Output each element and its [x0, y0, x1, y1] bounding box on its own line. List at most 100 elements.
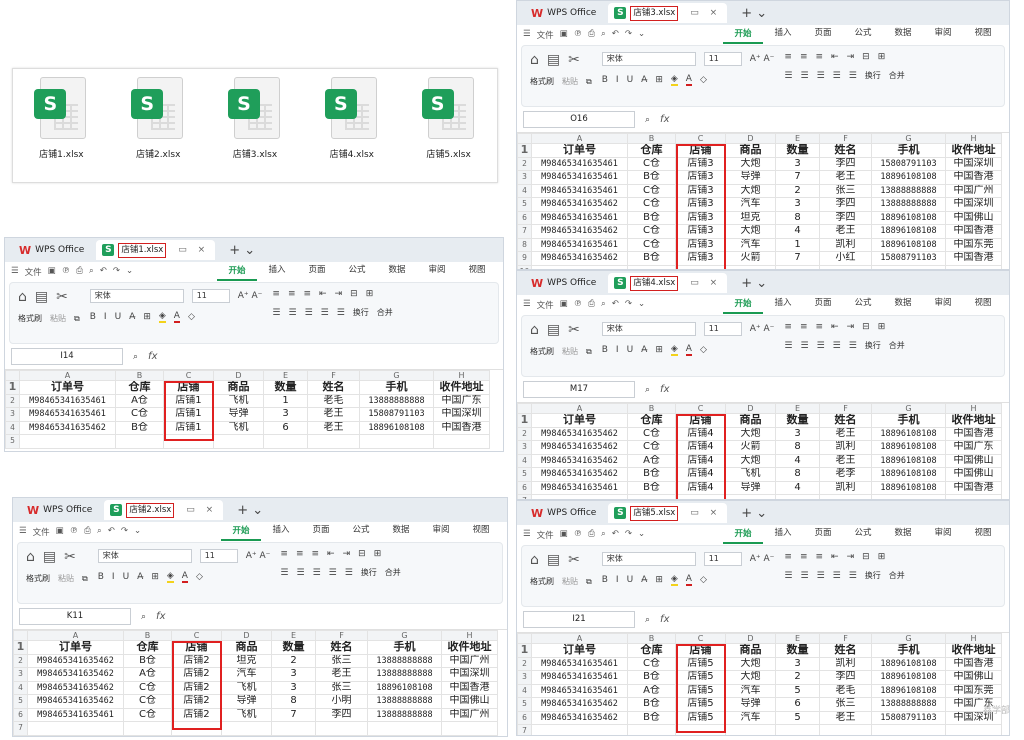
- cell[interactable]: 13888888888: [871, 183, 946, 198]
- justify-icon[interactable]: ☰: [833, 571, 841, 581]
- cell[interactable]: 18896108108: [871, 440, 946, 455]
- cell[interactable]: 4: [775, 453, 820, 468]
- cell[interactable]: C仓: [627, 197, 676, 212]
- save-icon[interactable]: ▣: [560, 299, 568, 311]
- column-header[interactable]: D: [221, 630, 272, 641]
- cell[interactable]: 大炮: [725, 156, 776, 171]
- cell[interactable]: 18896108108: [871, 210, 946, 225]
- cell[interactable]: M98465341635461: [531, 183, 628, 198]
- align-center-icon[interactable]: ☰: [800, 571, 808, 581]
- cell[interactable]: 大炮: [725, 453, 776, 468]
- italic-icon[interactable]: I: [104, 312, 107, 322]
- cell[interactable]: 中国广州: [441, 707, 498, 722]
- preview-icon[interactable]: ⌕: [601, 29, 606, 41]
- row-header[interactable]: 3: [517, 670, 532, 685]
- redo-icon[interactable]: ↷: [121, 526, 128, 538]
- cell[interactable]: [433, 434, 490, 449]
- ribbon-tab[interactable]: 开始: [723, 296, 763, 314]
- bold-icon[interactable]: B: [602, 75, 608, 85]
- cell[interactable]: 7: [775, 251, 820, 266]
- cell[interactable]: 汽车: [221, 667, 272, 682]
- ribbon-tab[interactable]: 开始: [723, 526, 763, 544]
- strike-icon[interactable]: A̶: [129, 312, 135, 322]
- cell[interactable]: 中国广东: [945, 440, 1002, 455]
- file-menu[interactable]: 文件: [33, 526, 50, 538]
- paste-button[interactable]: 粘贴: [562, 76, 578, 87]
- font-family-select[interactable]: 宋体: [601, 52, 696, 66]
- cell[interactable]: 18896108108: [367, 680, 442, 695]
- wrap-text-button[interactable]: 换行: [865, 70, 881, 81]
- cell[interactable]: 店铺2: [171, 680, 222, 695]
- format-painter-button[interactable]: 格式刷: [18, 313, 42, 324]
- row-header[interactable]: 9: [517, 251, 532, 266]
- cell[interactable]: 老毛: [819, 683, 872, 698]
- cell[interactable]: 姓名: [307, 380, 360, 395]
- ribbon-tab[interactable]: 数据: [883, 26, 923, 44]
- ribbon-tab[interactable]: 公式: [341, 523, 381, 541]
- cell[interactable]: 中国香港: [945, 224, 1002, 239]
- cell[interactable]: 中国香港: [945, 170, 1002, 185]
- zoom-icon[interactable]: ⌕: [645, 615, 650, 625]
- cell[interactable]: 手机: [367, 640, 442, 655]
- row-header[interactable]: 6: [517, 710, 532, 725]
- cell[interactable]: 店铺2: [171, 653, 222, 668]
- clear-icon[interactable]: ◇: [196, 572, 203, 582]
- cell[interactable]: 3: [775, 656, 820, 671]
- ribbon-tab[interactable]: 审阅: [421, 523, 461, 541]
- cell[interactable]: C仓: [627, 656, 676, 671]
- cell[interactable]: 店铺: [675, 643, 726, 658]
- cell[interactable]: M98465341635462: [27, 653, 124, 668]
- cell[interactable]: 仓库: [627, 143, 676, 158]
- cell[interactable]: 店铺2: [171, 707, 222, 722]
- column-header[interactable]: H: [945, 403, 1002, 414]
- cell[interactable]: C仓: [627, 237, 676, 252]
- tab-controls-icon[interactable]: ▭ ×: [186, 505, 217, 515]
- cell[interactable]: 3: [775, 197, 820, 212]
- row-header[interactable]: 7: [13, 721, 28, 736]
- clear-icon[interactable]: ◇: [700, 345, 707, 355]
- cell[interactable]: 大炮: [725, 224, 776, 239]
- cell[interactable]: 导弹: [221, 694, 272, 709]
- cell[interactable]: 13888888888: [367, 707, 442, 722]
- cell[interactable]: 大炮: [725, 656, 776, 671]
- distribute-icon[interactable]: ☰: [849, 571, 857, 581]
- indent-icon[interactable]: ⇤: [831, 552, 839, 562]
- cell[interactable]: 订单号: [531, 143, 628, 158]
- cell[interactable]: 中国香港: [945, 251, 1002, 266]
- cut-icon[interactable]: ✂: [568, 552, 580, 568]
- cell[interactable]: C仓: [627, 156, 676, 171]
- row-header[interactable]: 8: [517, 237, 532, 252]
- cell[interactable]: 18896108108: [871, 453, 946, 468]
- file-item[interactable]: S 店铺5.xlsx: [409, 77, 489, 182]
- cell[interactable]: 商品: [725, 143, 776, 158]
- align-right-icon[interactable]: ☰: [817, 571, 825, 581]
- row-header[interactable]: 1: [13, 640, 28, 655]
- column-header[interactable]: C: [171, 630, 222, 641]
- cell[interactable]: 仓库: [115, 380, 164, 395]
- font-size-select[interactable]: 11: [703, 52, 742, 66]
- column-header[interactable]: C: [163, 370, 214, 381]
- fill-color-icon[interactable]: ◈: [670, 574, 678, 586]
- cell[interactable]: C仓: [123, 694, 172, 709]
- format-painter-button[interactable]: 格式刷: [530, 346, 554, 357]
- zoom-icon[interactable]: ⌕: [645, 385, 650, 395]
- paste-button[interactable]: 粘贴: [562, 576, 578, 587]
- row-header[interactable]: 2: [517, 656, 532, 671]
- cell[interactable]: B仓: [627, 710, 676, 725]
- cell[interactable]: 飞机: [213, 420, 264, 435]
- font-family-select[interactable]: 宋体: [89, 289, 184, 303]
- cell[interactable]: [163, 434, 214, 449]
- cell[interactable]: 凯利: [819, 237, 872, 252]
- column-header[interactable]: E: [263, 370, 308, 381]
- export-icon[interactable]: ℗: [574, 299, 583, 311]
- align-bottom-icon[interactable]: ≡: [816, 552, 824, 562]
- cell[interactable]: A仓: [627, 683, 676, 698]
- row-header[interactable]: 1: [517, 413, 532, 428]
- redo-icon[interactable]: ↷: [625, 299, 632, 311]
- export-icon[interactable]: ℗: [62, 266, 71, 278]
- print-icon[interactable]: ⎙: [588, 299, 595, 311]
- cell[interactable]: 4: [775, 480, 820, 495]
- grow-font-icon[interactable]: A⁺ A⁻: [238, 291, 263, 301]
- more-icon[interactable]: ⌄: [638, 29, 645, 41]
- ribbon-tab[interactable]: 公式: [843, 26, 883, 44]
